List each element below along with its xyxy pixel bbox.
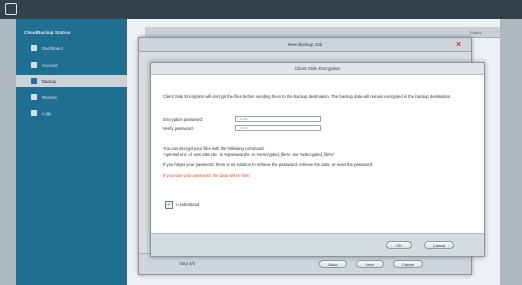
encryption-dialog-footer: OK Cancel bbox=[151, 233, 484, 256]
verify-password-label: Verify password: bbox=[163, 126, 194, 131]
encryption-password-field[interactable] bbox=[235, 116, 321, 122]
sidebar-item-dashboard[interactable]: Dashboard bbox=[16, 42, 127, 54]
logs-icon bbox=[31, 110, 37, 116]
forget-password-note: If you forget your password, there is no… bbox=[163, 162, 374, 167]
home-icon[interactable] bbox=[5, 3, 17, 15]
verify-password-field[interactable] bbox=[235, 125, 321, 131]
backup-icon bbox=[31, 78, 37, 84]
decrypt-command-text: "openssl enc -d -aes-256-cbc -in %passwo… bbox=[163, 152, 335, 157]
close-icon[interactable]: × bbox=[454, 39, 463, 49]
back-button[interactable]: Back bbox=[319, 260, 347, 268]
data-loss-warning: If you lose your password, the data will… bbox=[163, 173, 250, 178]
app-title: CloudBackup Station bbox=[24, 30, 71, 35]
top-bar bbox=[0, 0, 522, 19]
sidebar: CloudBackup Station Dashboard Account Ba… bbox=[16, 19, 127, 285]
dialog-header: New Backup Job × bbox=[139, 38, 471, 52]
encryption-password-label: Encryption password: bbox=[163, 117, 204, 122]
sidebar-item-label: Dashboard bbox=[42, 45, 64, 51]
encryption-cancel-button[interactable]: Cancel bbox=[424, 241, 454, 249]
sidebar-item-label: Restore bbox=[42, 94, 58, 100]
encryption-dialog: Client Side Encryption Client Side Encry… bbox=[150, 62, 485, 257]
ok-button[interactable]: OK bbox=[386, 241, 412, 249]
status-column-header[interactable]: Status bbox=[470, 30, 481, 35]
dashboard-icon bbox=[31, 45, 37, 51]
sidebar-item-account[interactable]: Account bbox=[16, 59, 127, 71]
sidebar-item-restore[interactable]: Restore bbox=[16, 91, 127, 103]
sidebar-item-label: Backup bbox=[42, 78, 57, 84]
encryption-dialog-title: Client Side Encryption bbox=[294, 66, 341, 71]
understand-checkbox[interactable]: ✓ bbox=[165, 201, 173, 209]
understand-label: I understand bbox=[176, 202, 200, 207]
dialog-title: New Backup Job bbox=[287, 42, 323, 47]
sidebar-item-label: Logs bbox=[42, 110, 52, 116]
user-icon bbox=[31, 62, 37, 68]
cancel-button[interactable]: Cancel bbox=[393, 260, 423, 268]
next-button[interactable]: Next bbox=[356, 260, 384, 268]
sidebar-item-backup[interactable]: Backup bbox=[16, 75, 127, 87]
restore-icon bbox=[31, 94, 37, 100]
step-indicator: Step 4/5 bbox=[179, 261, 196, 266]
sidebar-item-label: Account bbox=[42, 62, 58, 68]
encryption-dialog-header: Client Side Encryption bbox=[151, 63, 484, 75]
encryption-intro-text: Client Side Encryption will encrypt the … bbox=[163, 94, 452, 99]
sidebar-item-logs[interactable]: Logs bbox=[16, 107, 127, 119]
